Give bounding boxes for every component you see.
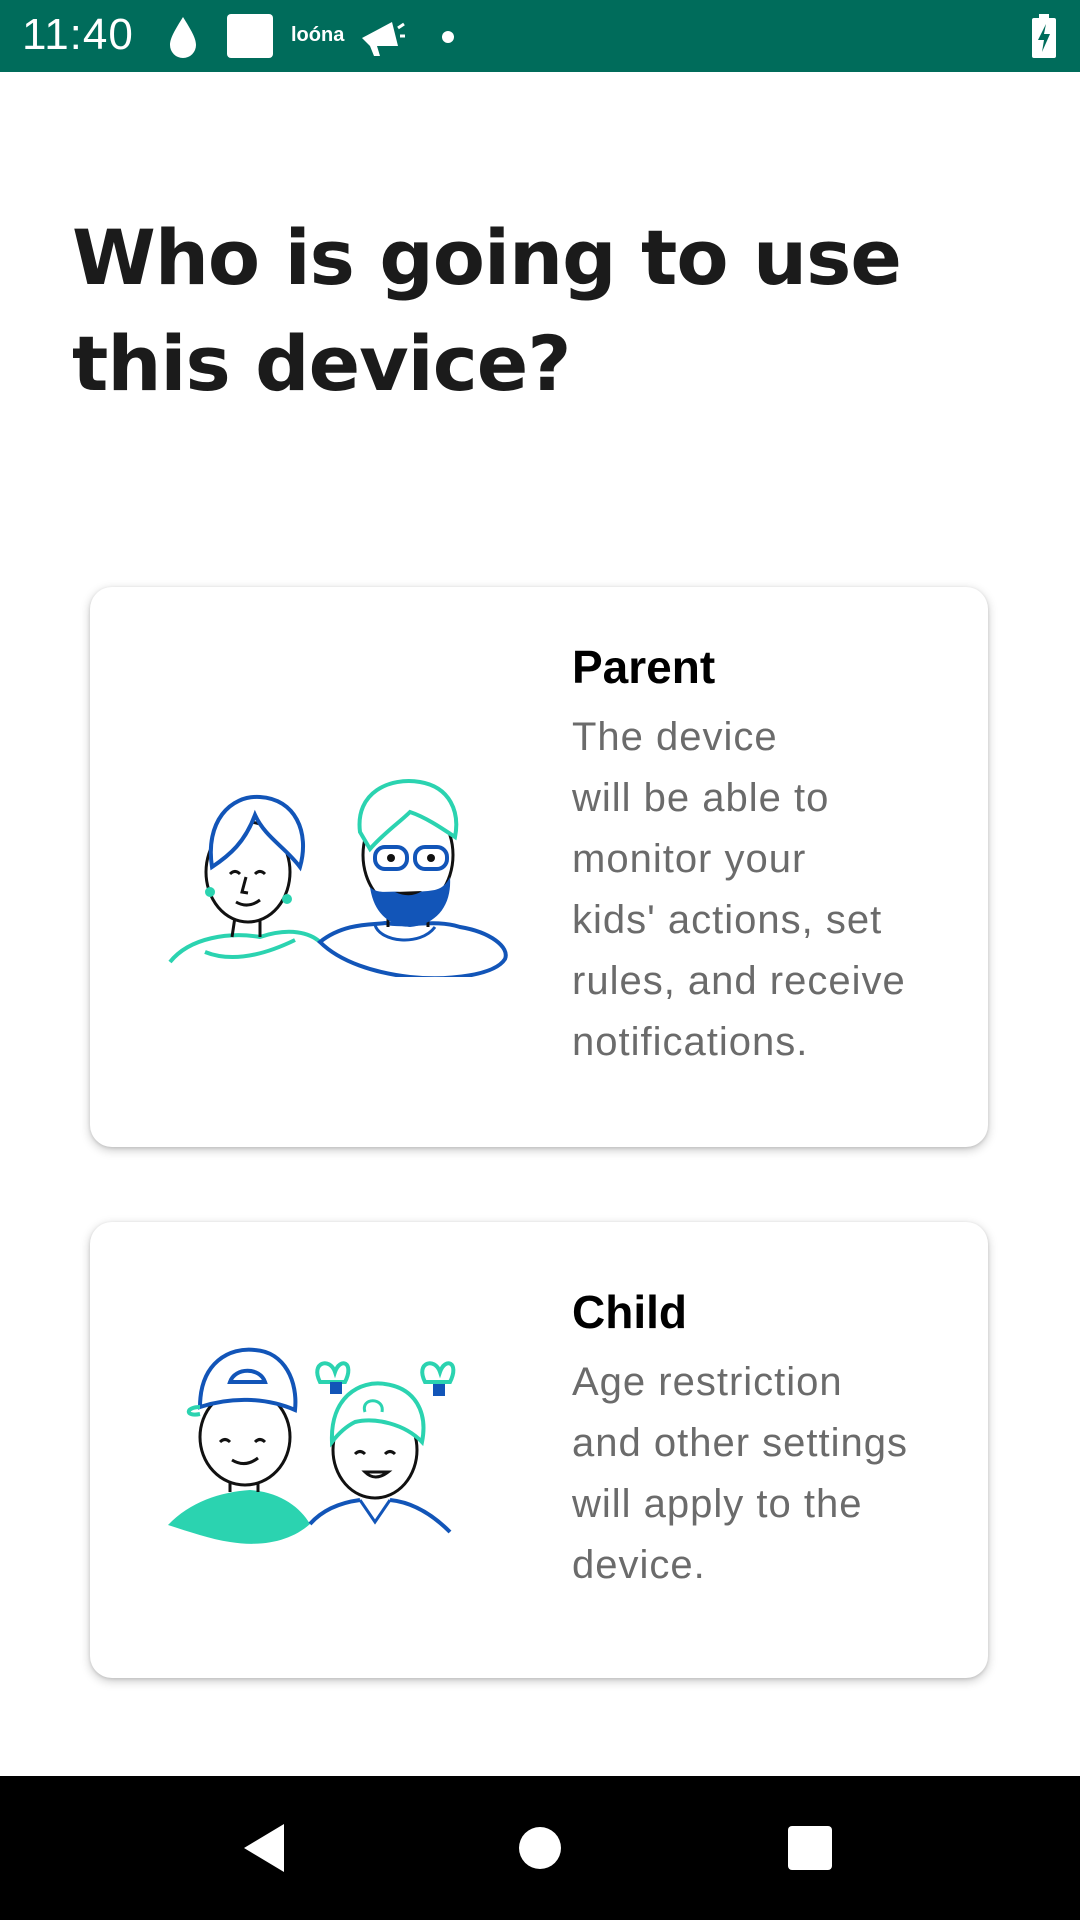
parent-desc-line: The device bbox=[572, 715, 778, 759]
back-icon[interactable] bbox=[240, 1822, 290, 1874]
child-title: Child bbox=[572, 1286, 687, 1338]
child-description: Age restriction and other settings will … bbox=[572, 1352, 972, 1596]
battery-charging-icon bbox=[1032, 14, 1056, 58]
child-desc-line: and other settings bbox=[572, 1421, 908, 1465]
parent-desc-line: notifications. bbox=[572, 1020, 809, 1064]
parent-option-card[interactable]: Parent The device will be able to monito… bbox=[90, 587, 988, 1147]
child-desc-line: device. bbox=[572, 1543, 706, 1587]
water-drop-icon bbox=[170, 17, 196, 58]
status-time: 11:40 bbox=[22, 10, 134, 59]
parent-desc-line: will be able to bbox=[572, 776, 830, 820]
parent-card-text: Parent The device will be able to monito… bbox=[572, 639, 972, 1073]
parent-desc-line: monitor your bbox=[572, 837, 807, 881]
parent-description: The device will be able to monitor your … bbox=[572, 707, 972, 1073]
child-desc-line: Age restriction bbox=[572, 1360, 843, 1404]
navigation-bar bbox=[0, 1776, 1080, 1920]
child-option-card[interactable]: Child Age restriction and other settings… bbox=[90, 1222, 988, 1678]
parent-desc-line: kids' actions, set bbox=[572, 898, 883, 942]
megaphone-icon bbox=[362, 22, 405, 56]
square-notification-icon bbox=[227, 14, 273, 58]
dot-icon bbox=[442, 31, 454, 43]
parent-desc-line: rules, and receive bbox=[572, 959, 906, 1003]
kids-illustration bbox=[168, 1347, 456, 1544]
status-bar: 11:40 loóna bbox=[0, 0, 1080, 72]
page-title-line-1: Who is going to use bbox=[72, 213, 902, 302]
page-title: Who is going to use this device? bbox=[72, 205, 972, 417]
parent-title: Parent bbox=[572, 641, 716, 693]
child-desc-line: will apply to the bbox=[572, 1482, 863, 1526]
recents-icon[interactable] bbox=[786, 1822, 834, 1874]
page-title-line-2: this device? bbox=[72, 319, 571, 408]
child-card-text: Child Age restriction and other settings… bbox=[572, 1284, 972, 1596]
home-icon[interactable] bbox=[518, 1822, 562, 1874]
parents-illustration bbox=[168, 779, 508, 977]
loona-app-icon: loóna bbox=[291, 24, 345, 46]
